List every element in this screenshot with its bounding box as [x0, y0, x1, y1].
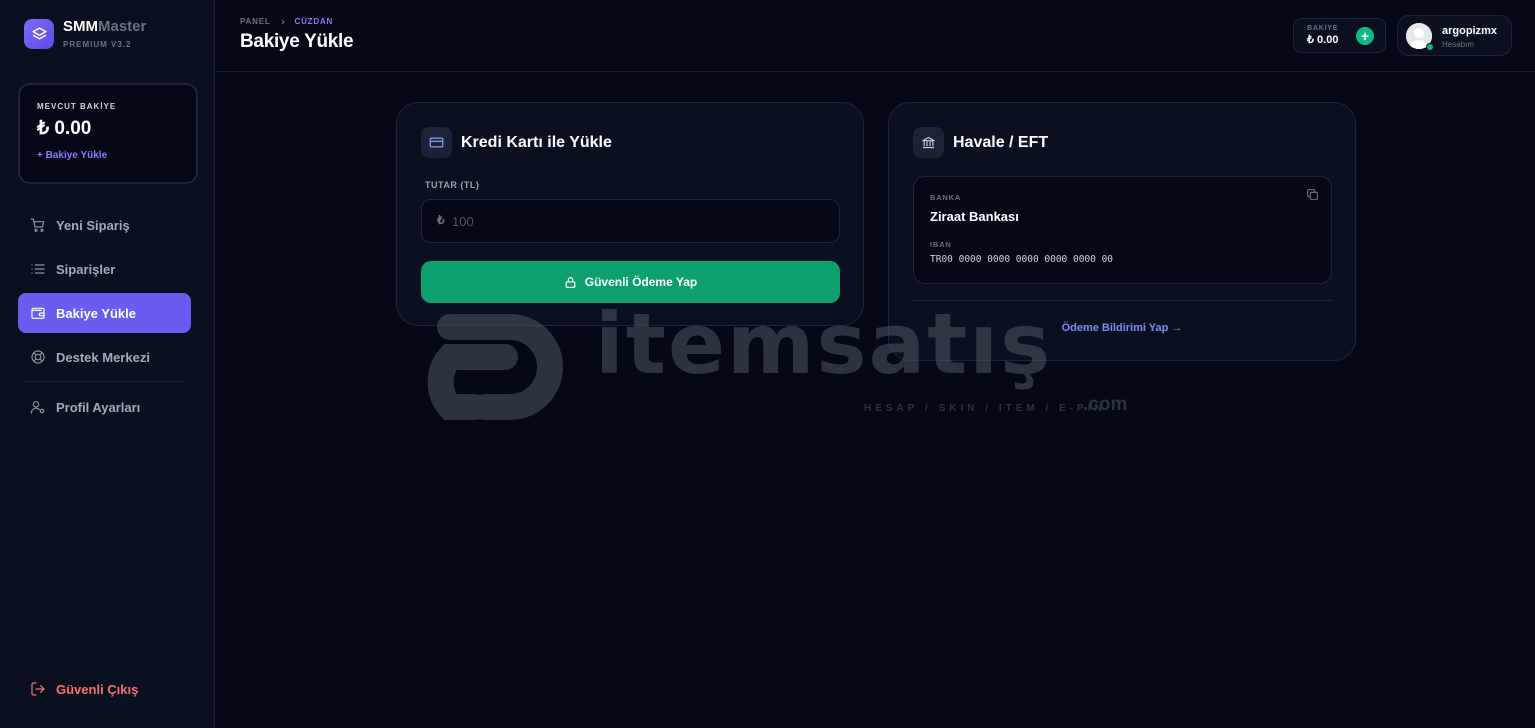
logout-label: Güvenli Çıkış [56, 681, 139, 697]
layers-icon [24, 19, 54, 49]
chevron-right-icon [281, 19, 285, 24]
header-balance: BAKİYE ₺ 0.00 + [1293, 18, 1386, 53]
secure-pay-button[interactable]: Güvenli Ödeme Yap [421, 261, 840, 303]
logout-button[interactable]: Güvenli Çıkış [30, 681, 138, 697]
sidebar-item-label: Bakiye Yükle [56, 305, 136, 321]
brand-name: SMMMaster [63, 18, 147, 35]
sidebar-item-label: Destek Merkezi [56, 349, 150, 365]
wallet-icon [31, 307, 45, 319]
amount-label: TUTAR (TL) [425, 180, 480, 190]
logout-icon [31, 682, 45, 696]
nav-divider [24, 381, 185, 382]
bank-transfer-panel: Havale / EFT BANKA Ziraat Bankası IBAN T… [888, 102, 1356, 361]
bank-name: Ziraat Bankası [930, 209, 1019, 224]
credit-card-panel: Kredi Kartı ile Yükle TUTAR (TL) ₺ Güven… [396, 102, 864, 326]
user-subtitle: Hesabım [1442, 40, 1475, 49]
sidebar-item-new-order[interactable]: Yeni Sipariş [18, 205, 191, 245]
brand-version: PREMIUM V3.2 [63, 40, 132, 49]
balance-label: MEVCUT BAKİYE [37, 102, 117, 111]
sidebar-item-label: Profil Ayarları [56, 399, 141, 415]
lock-icon [565, 276, 576, 288]
amount-input[interactable] [452, 200, 832, 242]
sidebar-nav: Yeni Sipariş Siparişler Bakiye Yükle Des… [18, 205, 191, 431]
copy-icon[interactable] [1306, 188, 1319, 206]
user-name: argopizmx [1442, 25, 1498, 37]
add-balance-button[interactable]: + [1356, 27, 1374, 45]
sidebar-item-profile-settings[interactable]: Profil Ayarları [18, 387, 191, 427]
sidebar: SMMMaster PREMIUM V3.2 MEVCUT BAKİYE ₺ 0… [0, 0, 215, 728]
top-header: PANEL CÜZDAN Bakiye Yükle BAKİYE ₺ 0.00 … [216, 0, 1535, 72]
cart-icon [30, 218, 45, 232]
lifebuoy-icon [31, 350, 45, 364]
bank-info-box: BANKA Ziraat Bankası IBAN TR00 0000 0000… [913, 176, 1332, 284]
balance-amount: ₺ 0.00 [37, 118, 92, 139]
credit-card-icon [421, 127, 452, 158]
watermark-subtext: HESAP / SKIN / ITEM / E-PIN [864, 403, 1106, 414]
watermark-domain: .com [1083, 394, 1128, 415]
sidebar-item-balance-topup[interactable]: Bakiye Yükle [18, 293, 191, 333]
page-title: Bakiye Yükle [240, 31, 354, 52]
credit-card-title: Kredi Kartı ile Yükle [461, 133, 612, 151]
breadcrumb-current: CÜZDAN [294, 17, 334, 26]
bank-transfer-title: Havale / EFT [953, 133, 1049, 151]
user-menu[interactable]: argopizmx Hesabım [1397, 15, 1512, 56]
secure-pay-label: Güvenli Ödeme Yap [584, 275, 698, 289]
payment-notification-link[interactable]: Ödeme Bildirimi Yap → [889, 322, 1355, 334]
sidebar-item-label: Yeni Sipariş [56, 217, 130, 233]
divider [913, 300, 1332, 301]
list-icon [31, 264, 45, 274]
balance-card: MEVCUT BAKİYE ₺ 0.00 + Bakiye Yükle [18, 83, 198, 184]
sidebar-item-support[interactable]: Destek Merkezi [18, 337, 191, 377]
topup-link[interactable]: + Bakiye Yükle [37, 150, 196, 161]
breadcrumb-item[interactable]: PANEL [240, 17, 271, 26]
iban-label: IBAN [930, 240, 952, 249]
user-settings-icon [30, 401, 45, 414]
currency-symbol: ₺ [437, 213, 445, 227]
sidebar-item-orders[interactable]: Siparişler [18, 249, 191, 289]
brand[interactable]: SMMMaster PREMIUM V3.2 [24, 19, 146, 49]
breadcrumb: PANEL CÜZDAN [240, 17, 333, 26]
sidebar-item-label: Siparişler [56, 261, 116, 277]
bank-icon [913, 127, 944, 158]
bank-label: BANKA [930, 193, 962, 202]
amount-field[interactable]: ₺ [421, 199, 840, 243]
iban-value: TR00 0000 0000 0000 0000 0000 00 [930, 254, 1114, 265]
online-status-dot [1426, 43, 1434, 51]
header-balance-label: BAKİYE [1307, 25, 1339, 32]
